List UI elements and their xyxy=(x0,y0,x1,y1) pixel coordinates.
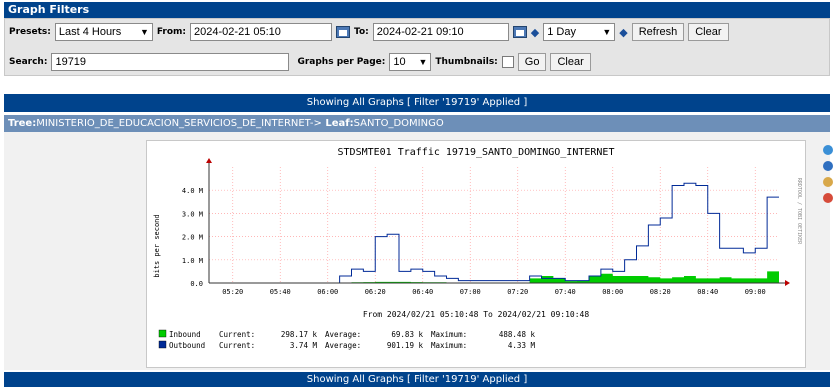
x-tick-label: 07:20 xyxy=(507,288,528,296)
legend-maximum-label: Maximum: xyxy=(431,330,467,339)
traffic-chart: STDSMTE01 Traffic 19719_SANTO_DOMINGO_IN… xyxy=(153,147,802,350)
legend-maximum-value: 488.48 k xyxy=(499,330,536,339)
legend-average-value: 901.19 k xyxy=(387,341,424,350)
legend-swatch xyxy=(158,329,167,338)
legend-average-label: Average: xyxy=(325,330,361,339)
showing-graphs-bar-top: Showing All Graphs [ Filter '19719' Appl… xyxy=(4,94,830,112)
graphs-per-page-label: Graphs per Page: xyxy=(297,57,386,67)
y-tick-label: 1.0 M xyxy=(182,257,203,265)
legend-series-name: Inbound xyxy=(169,330,201,339)
x-tick-label: 06:00 xyxy=(317,288,338,296)
calendar-icon[interactable] xyxy=(512,26,527,38)
outbound-line xyxy=(209,182,779,284)
x-tick-label: 05:40 xyxy=(270,288,291,296)
chevron-down-icon: ▼ xyxy=(418,57,428,67)
x-axis-arrow xyxy=(785,280,790,286)
from-date-input[interactable]: 2024-02-21 05:10 xyxy=(190,23,333,41)
zoom-icon[interactable] xyxy=(823,145,833,155)
y-tick-label: 2.0 M xyxy=(182,234,203,242)
x-tick-label: 08:00 xyxy=(602,288,623,296)
legend-maximum-label: Maximum: xyxy=(431,341,467,350)
timespan-value: 1 Day xyxy=(547,26,576,38)
to-date-input[interactable]: 2024-02-21 09:10 xyxy=(372,23,509,41)
y-tick-label: 4.0 M xyxy=(182,187,203,195)
rrdtool-credit: RRDTOOL / TOBI OETIKER xyxy=(796,178,802,245)
x-tick-label: 09:00 xyxy=(745,288,766,296)
y-tick-label: 3.0 M xyxy=(182,210,203,218)
shift-left-icon[interactable]: ◆ xyxy=(531,26,539,39)
timespan-select[interactable]: 1 Day ▼ xyxy=(543,23,616,41)
x-tick-label: 06:40 xyxy=(412,288,433,296)
to-label: To: xyxy=(354,27,369,37)
traffic-graph[interactable]: STDSMTE01 Traffic 19719_SANTO_DOMINGO_IN… xyxy=(146,140,806,368)
y-axis-label: bits per second xyxy=(153,214,161,277)
chart-subtitle: From 2024/02/21 05:10:48 To 2024/02/21 0… xyxy=(363,310,590,319)
edit-icon[interactable] xyxy=(823,177,833,187)
x-tick-label: 06:20 xyxy=(365,288,386,296)
thumbnails-label: Thumbnails: xyxy=(435,57,498,67)
legend-current-label: Current: xyxy=(219,341,255,350)
legend-current-label: Current: xyxy=(219,330,255,339)
legend-current-value: 3.74 M xyxy=(290,341,318,350)
graphs-per-page-value: 10 xyxy=(393,56,406,68)
x-tick-label: 07:00 xyxy=(460,288,481,296)
legend-swatch xyxy=(158,340,167,349)
search-input[interactable]: 19719 xyxy=(51,53,290,71)
x-tick-label: 05:20 xyxy=(222,288,243,296)
tree-prefix: Tree: xyxy=(8,118,37,129)
graph-filters-title: Graph Filters xyxy=(4,2,830,18)
graphs-per-page-select[interactable]: 10 ▼ xyxy=(389,53,432,71)
chart-title: STDSMTE01 Traffic 19719_SANTO_DOMINGO_IN… xyxy=(338,147,615,158)
calendar-icon[interactable] xyxy=(336,26,351,38)
chevron-down-icon: ▼ xyxy=(139,27,149,37)
y-tick-label: 0.0 xyxy=(190,280,203,288)
y-axis-arrow xyxy=(206,158,212,163)
x-tick-label: 08:40 xyxy=(697,288,718,296)
legend-current-value: 298.17 k xyxy=(281,330,318,339)
tree-name[interactable]: MINISTERIO_DE_EDUCACION_SERVICIOS_DE_INT… xyxy=(36,118,322,129)
presets-label: Presets: xyxy=(9,27,51,37)
search-label: Search: xyxy=(9,57,48,67)
refresh-button[interactable]: Refresh xyxy=(631,23,685,41)
chevron-down-icon: ▼ xyxy=(602,27,612,37)
presets-select[interactable]: Last 4 Hours ▼ xyxy=(54,23,153,41)
leaf-name[interactable]: SANTO_DOMINGO xyxy=(354,118,444,129)
info-icon[interactable] xyxy=(823,161,833,171)
go-button[interactable]: Go xyxy=(517,53,547,71)
legend-series-name: Outbound xyxy=(169,341,205,350)
legend-average-value: 69.83 k xyxy=(391,330,423,339)
clear-button[interactable]: Clear xyxy=(688,23,729,41)
thumbnails-checkbox[interactable] xyxy=(501,56,514,68)
leaf-prefix: Leaf: xyxy=(321,118,354,129)
inbound-area xyxy=(209,271,779,283)
x-tick-label: 07:40 xyxy=(555,288,576,296)
legend-maximum-value: 4.33 M xyxy=(508,341,536,350)
graph-actions xyxy=(823,145,833,203)
presets-value: Last 4 Hours xyxy=(58,26,122,38)
shift-right-icon[interactable]: ◆ xyxy=(619,26,627,39)
legend-average-label: Average: xyxy=(325,341,361,350)
showing-graphs-bar-bottom: Showing All Graphs [ Filter '19719' Appl… xyxy=(4,372,830,387)
x-tick-label: 08:20 xyxy=(650,288,671,296)
tree-breadcrumb: Tree:MINISTERIO_DE_EDUCACION_SERVICIOS_D… xyxy=(4,115,830,132)
graph-filters-panel: Presets: Last 4 Hours ▼ From: 2024-02-21… xyxy=(4,18,830,76)
clear-search-button[interactable]: Clear xyxy=(550,53,591,71)
delete-icon[interactable] xyxy=(823,193,833,203)
from-label: From: xyxy=(156,27,187,37)
